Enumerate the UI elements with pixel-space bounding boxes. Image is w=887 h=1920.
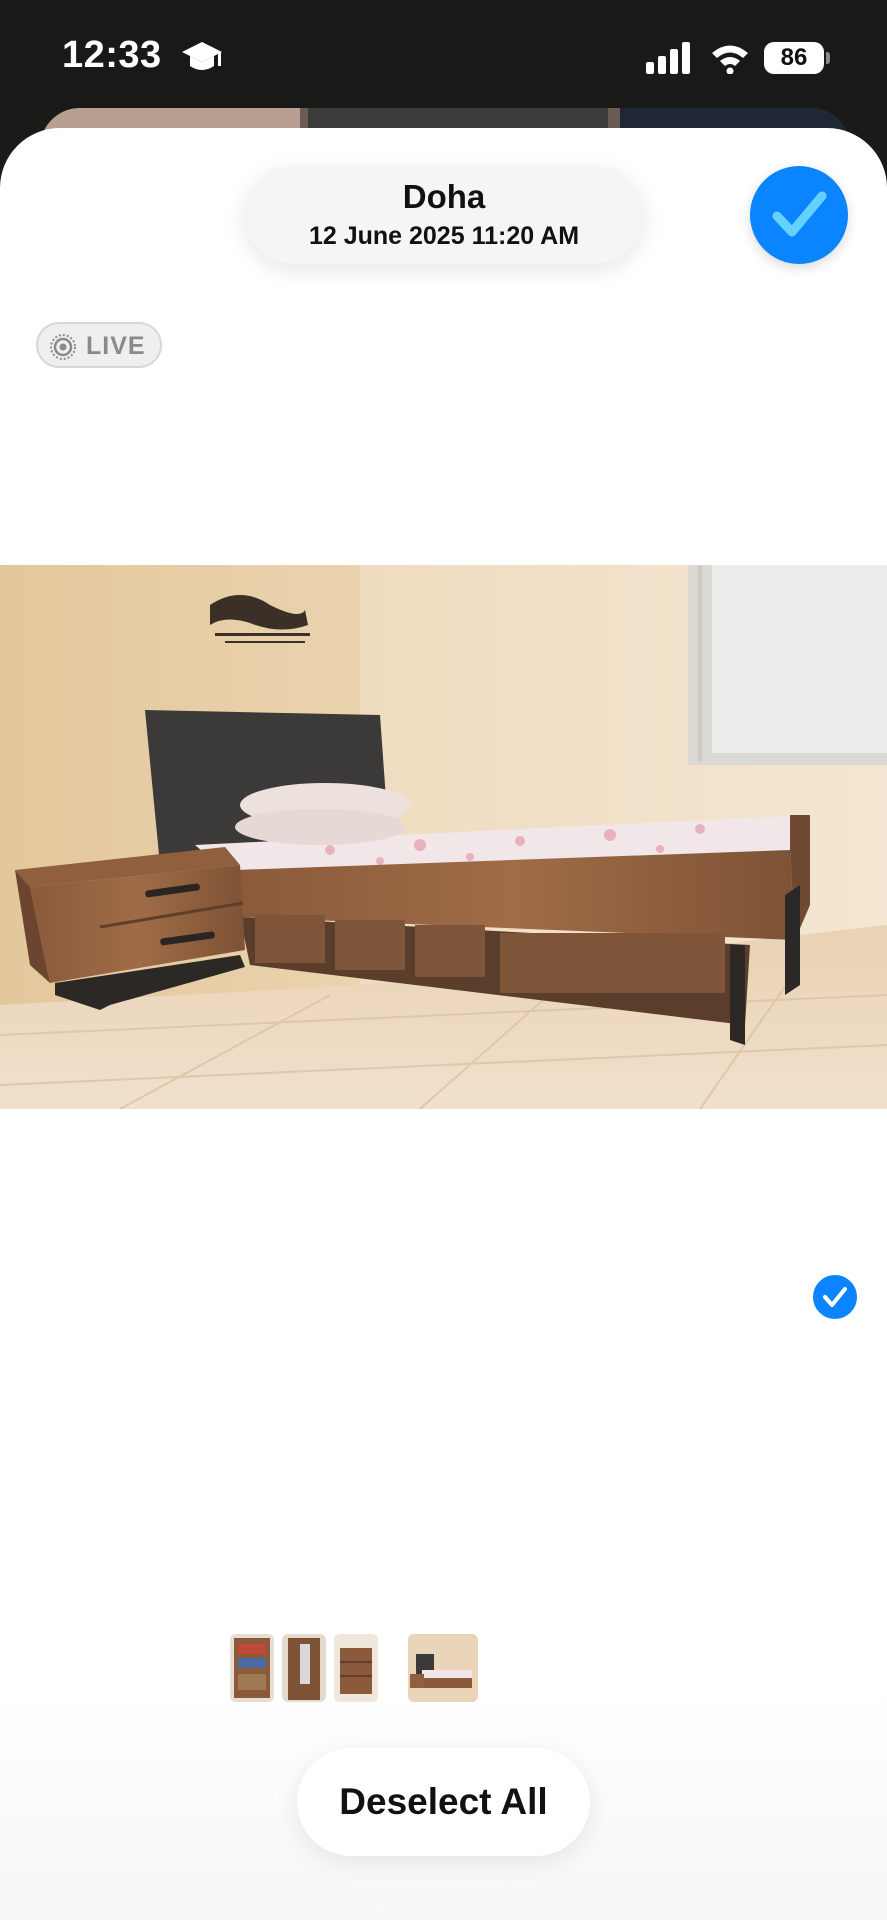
status-time: 12:33 — [62, 34, 162, 76]
checkmark-icon — [772, 191, 827, 237]
photo-selected-badge — [810, 1272, 860, 1322]
wifi-icon — [712, 45, 748, 74]
main-photo[interactable] — [0, 565, 887, 1109]
thumb-bookshelf[interactable] — [230, 1634, 274, 1702]
thumb-drawers[interactable] — [334, 1634, 378, 1702]
graduation-cap-icon — [182, 42, 222, 70]
live-photo-badge[interactable]: LIVE — [36, 322, 162, 368]
live-photo-icon — [50, 334, 76, 360]
battery-level: 86 — [780, 44, 808, 71]
battery-tip — [826, 52, 830, 64]
thumb-bed[interactable] — [408, 1634, 478, 1702]
live-label: LIVE — [86, 332, 146, 360]
deselect-all-button[interactable]: Deselect All — [297, 1748, 590, 1856]
thumbnail-strip — [0, 1634, 887, 1704]
cellular-signal-icon — [646, 42, 690, 74]
select-toggle-button[interactable] — [750, 166, 848, 264]
photo-datetime: 12 June 2025 11:20 AM — [308, 222, 580, 250]
checkmark-icon — [823, 1287, 847, 1307]
battery-icon: 86 — [764, 42, 824, 74]
thumb-wardrobe[interactable] — [282, 1634, 326, 1702]
photo-info-pill[interactable]: Doha 12 June 2025 11:20 AM — [245, 166, 643, 264]
location-title: Doha — [402, 178, 486, 215]
status-bar: 12:33 86 — [0, 0, 887, 110]
bedroom-photo-image — [0, 565, 887, 1109]
